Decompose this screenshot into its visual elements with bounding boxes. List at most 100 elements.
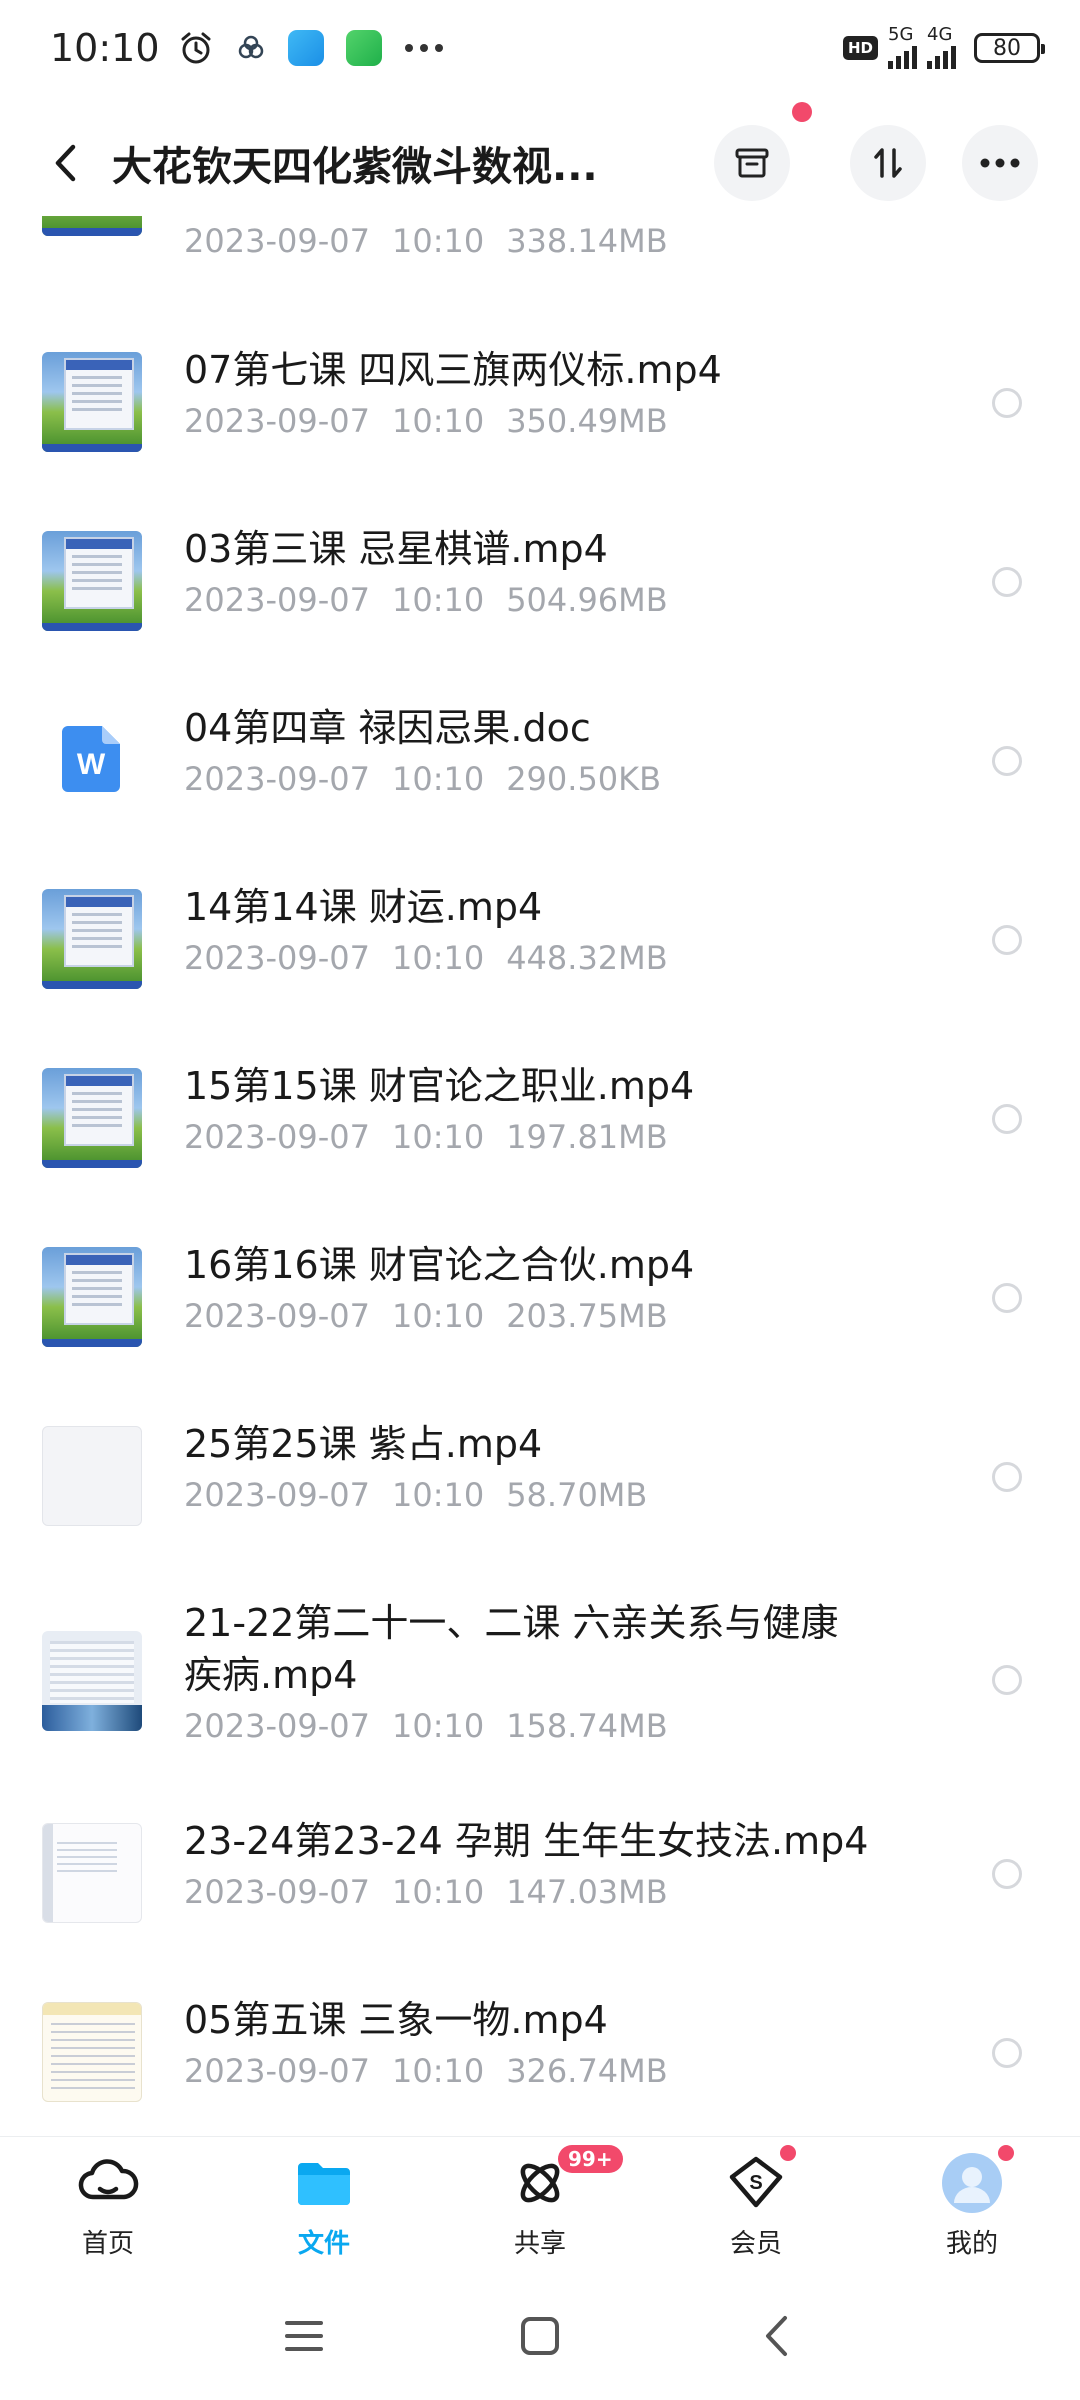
- tab-home[interactable]: 首页: [38, 2151, 178, 2260]
- recents-button[interactable]: [274, 2306, 334, 2366]
- video-thumbnail: [42, 216, 142, 236]
- file-meta: 2023-09-07 10:10 448.32MB: [184, 939, 690, 977]
- file-name: 04第四章 禄因忌果.doc: [184, 706, 591, 750]
- video-thumbnail: [42, 889, 142, 989]
- folder-icon: [298, 2163, 350, 2205]
- select-radio[interactable]: [992, 1859, 1022, 1889]
- file-size: 158.74MB: [506, 1707, 668, 1745]
- sort-arrows-icon: [874, 148, 902, 178]
- member-diamond-icon: S: [729, 2156, 783, 2208]
- tab-files[interactable]: 文件: [254, 2151, 394, 2260]
- more-notifications-icon: [404, 44, 443, 52]
- file-meta: 2023-09-07 10:10 504.96MB: [184, 581, 690, 619]
- file-row[interactable]: 25第25课 紫占.mp4 2023-09-07 10:10 58.70MB: [0, 1422, 1080, 1586]
- archive-button[interactable]: [714, 125, 790, 201]
- signal-4g-label: 4G: [927, 24, 953, 45]
- file-date: 2023-09-07: [184, 1873, 370, 1911]
- top-app-bar: 大花钦天四化紫微斗数视...: [0, 102, 1080, 216]
- signal-bars-icon: [927, 43, 956, 69]
- file-size: 504.96MB: [506, 581, 668, 619]
- select-radio[interactable]: [992, 746, 1022, 776]
- tab-member-label: 会员: [729, 2229, 782, 2259]
- file-size: 58.70MB: [506, 1476, 648, 1514]
- file-name: 03第三课 忌星棋谱.mp4: [184, 527, 608, 571]
- chevron-left-icon: [55, 144, 76, 182]
- file-name: 23-24第23-24 孕期 生年生女技法.mp4: [184, 1819, 869, 1863]
- file-size: 448.32MB: [506, 939, 668, 977]
- file-row[interactable]: 21-22第二十一、二课 六亲关系与健康疾病.mp4 2023-09-07 10:…: [0, 1601, 1080, 1825]
- system-back-button[interactable]: [746, 2306, 806, 2366]
- file-row[interactable]: 03第三课 忌星棋谱.mp4 2023-09-07 10:10 504.96MB: [0, 527, 1080, 691]
- file-meta: 2023-09-07 10:10 326.74MB: [184, 2052, 690, 2090]
- file-name: 05第五课 三象一物.mp4: [184, 1998, 608, 2042]
- tab-mine-label: 我的: [945, 2229, 998, 2259]
- menu-lines-icon: [285, 2321, 323, 2351]
- file-date: 2023-09-07: [184, 402, 370, 440]
- file-meta: 2023-09-07 10:10 338.14MB: [184, 222, 690, 260]
- more-options-button[interactable]: [962, 125, 1038, 201]
- file-name: 16第16课 财官论之合伙.mp4: [184, 1243, 695, 1287]
- chevron-left-icon: [766, 2316, 787, 2356]
- video-thumbnail: [42, 1631, 142, 1731]
- file-date: 2023-09-07: [184, 581, 370, 619]
- tab-member[interactable]: S 会员: [686, 2145, 826, 2260]
- tab-mine[interactable]: 我的: [902, 2145, 1042, 2260]
- more-horizontal-icon: [980, 158, 1020, 168]
- file-row[interactable]: 07第七课 四风三旗两仪标.mp4 2023-09-07 10:10 350.49M…: [0, 348, 1080, 512]
- alarm-icon: [181, 32, 211, 64]
- select-radio[interactable]: [992, 925, 1022, 955]
- file-date: 2023-09-07: [184, 1297, 370, 1335]
- status-system-icons: HD 5G 4G 80: [842, 24, 1045, 69]
- select-radio[interactable]: [992, 1665, 1022, 1695]
- file-row[interactable]: 05第五课 三象一物.mp4 2023-09-07 10:10 326.74MB: [0, 1998, 1080, 2136]
- svg-text:W: W: [77, 748, 106, 781]
- file-row[interactable]: 16第16课 财官论之合伙.mp4 2023-09-07 10:10 203.75M…: [0, 1243, 1080, 1407]
- home-button[interactable]: [510, 2306, 570, 2366]
- file-name: 07第七课 四风三旗两仪标.mp4: [184, 348, 722, 392]
- file-meta: 2023-09-07 10:10 147.03MB: [184, 1873, 690, 1911]
- select-radio[interactable]: [992, 1104, 1022, 1134]
- select-radio[interactable]: [992, 1283, 1022, 1313]
- file-row[interactable]: 14第14课 财运.mp4 2023-09-07 10:10 448.32MB: [0, 885, 1080, 1049]
- select-radio[interactable]: [992, 567, 1022, 597]
- file-row[interactable]: W 04第四章 禄因忌果.doc 2023-09-07 10:10 290.50KB: [0, 706, 1080, 870]
- share-count-badge: 99+: [558, 2145, 623, 2173]
- file-size: 326.74MB: [506, 2052, 668, 2090]
- file-name: 25第25课 紫占.mp4: [184, 1422, 543, 1466]
- svg-text:S: S: [749, 2172, 762, 2194]
- video-thumbnail: [42, 1823, 142, 1923]
- file-date: 2023-09-07: [184, 1707, 370, 1745]
- select-radio[interactable]: [992, 2038, 1022, 2068]
- video-thumbnail: [42, 352, 142, 452]
- file-date: 2023-09-07: [184, 1476, 370, 1514]
- file-time: 10:10: [391, 402, 485, 440]
- mine-notification-dot: [998, 2145, 1014, 2161]
- file-time: 10:10: [391, 1297, 485, 1335]
- file-meta: 2023-09-07 10:10 203.75MB: [184, 1297, 690, 1335]
- file-date: 2023-09-07: [184, 2052, 370, 2090]
- tab-share[interactable]: 99+ 共享: [470, 2145, 623, 2260]
- file-row[interactable]: 2023-09-07 10:10 338.14MB: [0, 216, 1080, 296]
- signal-5g: 5G: [888, 24, 917, 69]
- battery-icon: 80: [974, 33, 1045, 63]
- file-time: 10:10: [391, 1873, 485, 1911]
- signal-5g-label: 5G: [888, 24, 914, 45]
- file-list[interactable]: 2023-09-07 10:10 338.14MB 07第七课 四风三旗两仪标.mp…: [0, 216, 1080, 2136]
- file-time: 10:10: [391, 760, 485, 798]
- file-meta: 2023-09-07 10:10 58.70MB: [184, 1476, 669, 1514]
- select-radio[interactable]: [992, 1462, 1022, 1492]
- square-home-icon: [521, 2317, 559, 2355]
- file-date: 2023-09-07: [184, 1118, 370, 1156]
- sort-button[interactable]: [850, 125, 926, 201]
- back-button[interactable]: [40, 133, 90, 193]
- file-row[interactable]: 15第15课 财官论之职业.mp4 2023-09-07 10:10 197.81M…: [0, 1064, 1080, 1228]
- select-radio[interactable]: [992, 388, 1022, 418]
- file-time: 10:10: [391, 1476, 485, 1514]
- video-thumbnail: [42, 2002, 142, 2102]
- file-row[interactable]: 23-24第23-24 孕期 生年生女技法.mp4 2023-09-07 10:1…: [0, 1819, 1080, 1983]
- file-name: 14第14课 财运.mp4: [184, 885, 543, 929]
- file-name: 21-22第二十一、二课 六亲关系与健康疾病.mp4: [184, 1601, 839, 1697]
- tab-files-label: 文件: [297, 2229, 350, 2259]
- avatar-icon: [942, 2153, 1002, 2213]
- file-size: 197.81MB: [506, 1118, 668, 1156]
